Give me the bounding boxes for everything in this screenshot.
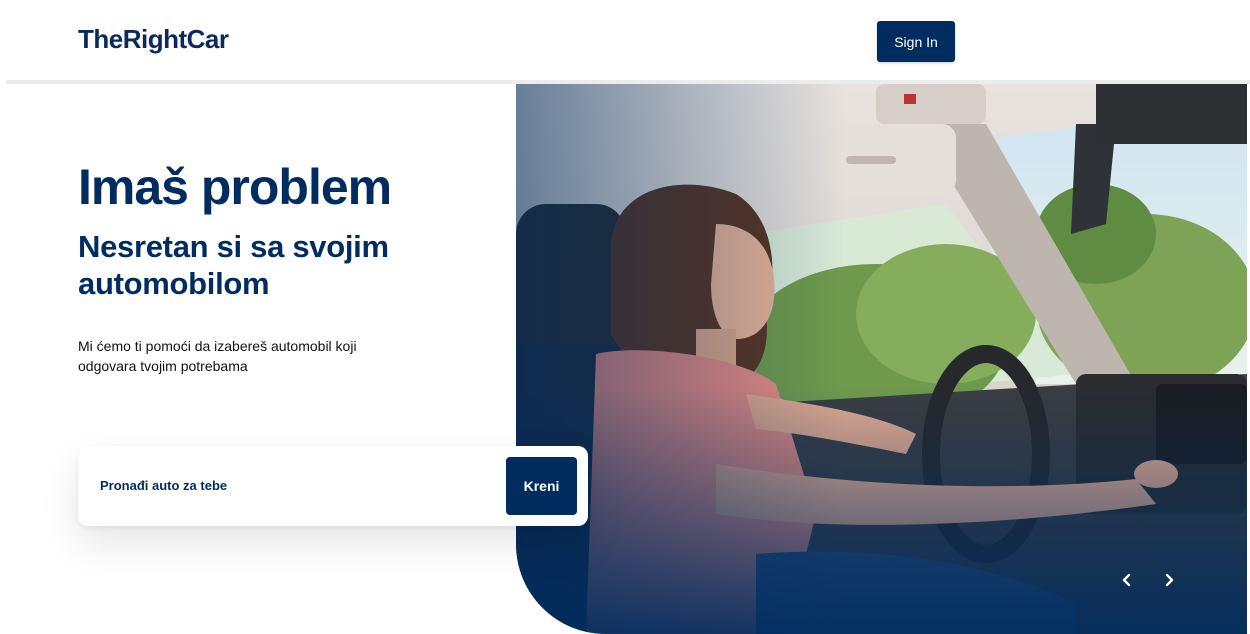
carousel-next-button[interactable] bbox=[1155, 566, 1183, 594]
car-interior-photo bbox=[516, 84, 1247, 634]
hero-title: Imaš problem bbox=[78, 159, 392, 215]
brand-logo[interactable]: TheRightCar bbox=[78, 24, 229, 55]
hero-image bbox=[516, 84, 1247, 634]
carousel-prev-button[interactable] bbox=[1113, 566, 1141, 594]
search-card: Pronađi auto za tebe Kreni bbox=[78, 446, 588, 526]
sign-in-button[interactable]: Sign In bbox=[877, 21, 955, 62]
chevron-left-icon bbox=[1122, 573, 1131, 587]
search-label[interactable]: Pronađi auto za tebe bbox=[100, 478, 227, 493]
hero-subtitle: Nesretan si sa svojim automobilom bbox=[78, 229, 389, 302]
chevron-right-icon bbox=[1165, 573, 1174, 587]
site-header: TheRightCar Sign In bbox=[0, 0, 1250, 82]
go-button[interactable]: Kreni bbox=[506, 457, 577, 515]
hero-description: Mi ćemo ti pomoći da izabereš automobil … bbox=[78, 338, 357, 374]
